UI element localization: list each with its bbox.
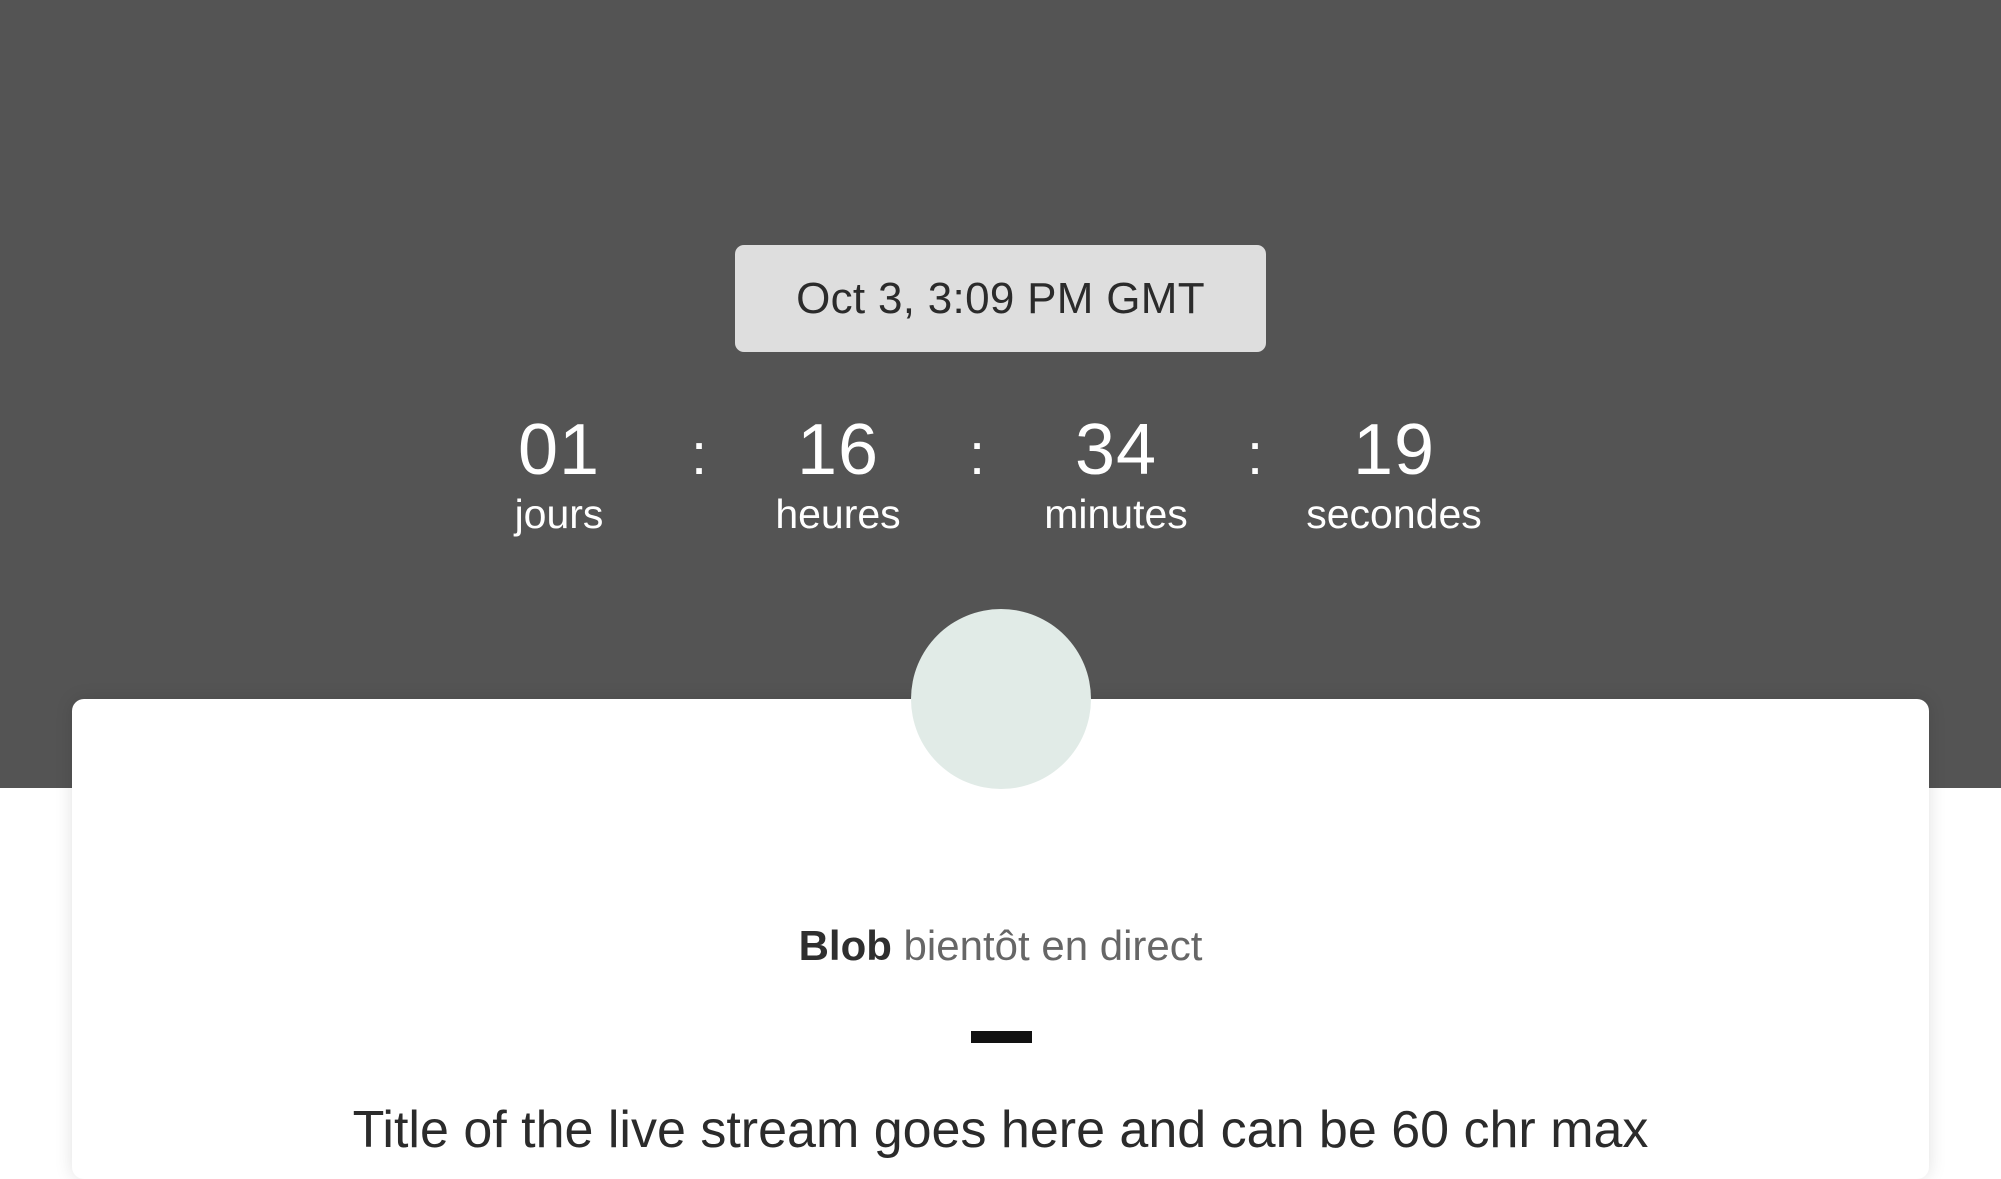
countdown-days: 01 jours [449,405,669,543]
days-label: jours [514,491,604,537]
countdown-minutes: 34 minutes [1006,405,1226,543]
live-status-line: Blob bientôt en direct [0,918,2001,974]
scheduled-date-badge: Oct 3, 3:09 PM GMT [735,245,1266,352]
live-status-text: bientôt en direct [891,922,1203,969]
countdown-separator: : [1246,422,1264,487]
countdown-hours: 16 heures [728,405,948,543]
stream-title: Title of the live stream goes here and c… [352,1101,1649,1159]
minutes-value: 34 [1074,410,1158,490]
hours-value: 16 [796,410,880,490]
streamer-name[interactable]: Blob [799,922,892,969]
countdown-separator: : [968,422,986,487]
countdown-separator: : [690,422,708,487]
hours-label: heures [775,491,901,537]
minutes-label: minutes [1044,491,1188,537]
days-value: 01 [517,410,601,490]
seconds-label: secondes [1306,491,1482,537]
countdown-seconds: 19 secondes [1284,405,1504,543]
title-divider [971,1031,1032,1043]
seconds-value: 19 [1352,410,1436,490]
streamer-avatar[interactable] [911,609,1091,789]
